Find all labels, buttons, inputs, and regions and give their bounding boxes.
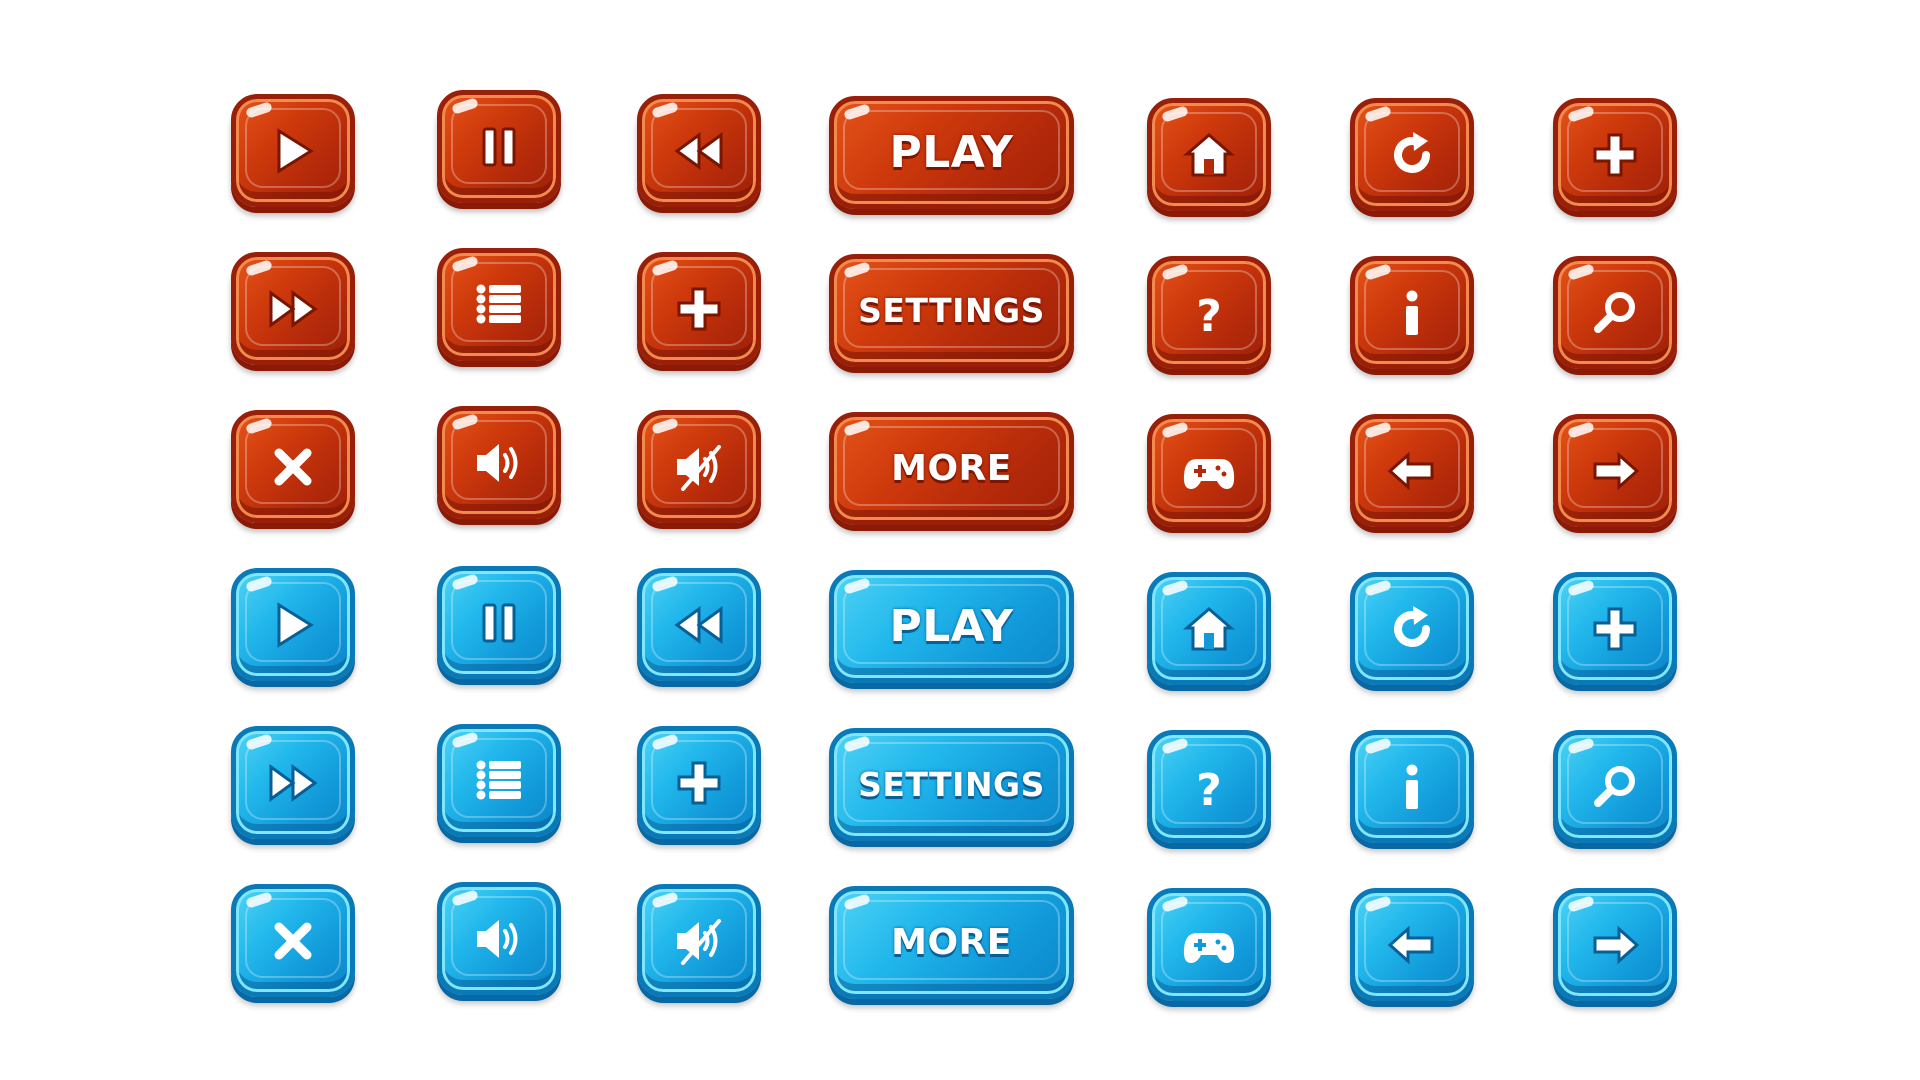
settings-label: SETTINGS bbox=[858, 291, 1045, 330]
settings-button[interactable]: SETTINGS bbox=[829, 254, 1074, 367]
list-button[interactable] bbox=[437, 724, 561, 837]
play-text-button[interactable]: PLAY bbox=[829, 570, 1074, 683]
gamepad-button[interactable] bbox=[1147, 888, 1271, 1001]
home-icon bbox=[1182, 129, 1236, 181]
pause-button[interactable] bbox=[437, 566, 561, 679]
gamepad-button[interactable] bbox=[1147, 414, 1271, 527]
back-button[interactable] bbox=[1350, 888, 1474, 1001]
pause-icon bbox=[473, 121, 525, 173]
mute-icon bbox=[673, 441, 725, 493]
volume-icon bbox=[473, 437, 525, 489]
plus-button[interactable] bbox=[1553, 572, 1677, 685]
question-icon: ? bbox=[1183, 287, 1235, 342]
close-button[interactable] bbox=[231, 884, 355, 997]
info-icon bbox=[1386, 761, 1438, 813]
play-button[interactable] bbox=[231, 94, 355, 207]
next-button[interactable] bbox=[1553, 888, 1677, 1001]
gamepad-icon bbox=[1183, 445, 1235, 497]
more-button[interactable]: MORE bbox=[829, 886, 1074, 999]
plus-icon bbox=[1589, 129, 1641, 181]
play-label: PLAY bbox=[889, 127, 1014, 178]
list-button[interactable] bbox=[437, 248, 561, 361]
back-button[interactable] bbox=[1350, 414, 1474, 527]
refresh-button[interactable] bbox=[1350, 572, 1474, 685]
search-button[interactable] bbox=[1553, 730, 1677, 843]
home-button[interactable] bbox=[1147, 572, 1271, 685]
play-button[interactable] bbox=[231, 568, 355, 681]
search-icon bbox=[1589, 761, 1641, 813]
mute-icon bbox=[673, 915, 725, 967]
play-icon bbox=[267, 599, 319, 651]
info-button[interactable] bbox=[1350, 256, 1474, 369]
settings-label: SETTINGS bbox=[858, 765, 1045, 804]
close-icon bbox=[267, 441, 319, 493]
pause-button[interactable] bbox=[437, 90, 561, 203]
list-icon bbox=[473, 755, 525, 807]
rewind-button[interactable] bbox=[637, 94, 761, 207]
plus-button[interactable] bbox=[1553, 98, 1677, 211]
refresh-icon bbox=[1386, 129, 1438, 181]
info-icon bbox=[1386, 287, 1438, 339]
arrow-right-icon bbox=[1589, 445, 1641, 497]
pause-icon bbox=[473, 597, 525, 649]
help-button[interactable]: ? bbox=[1147, 256, 1271, 369]
rewind-button[interactable] bbox=[637, 568, 761, 681]
more-label: MORE bbox=[891, 448, 1012, 489]
close-icon bbox=[267, 915, 319, 967]
more-button[interactable]: MORE bbox=[829, 412, 1074, 525]
plus-icon bbox=[673, 283, 725, 335]
info-button[interactable] bbox=[1350, 730, 1474, 843]
play-text-button[interactable]: PLAY bbox=[829, 96, 1074, 209]
rewind-icon bbox=[673, 599, 725, 651]
volume-button[interactable] bbox=[437, 882, 561, 995]
svg-text:?: ? bbox=[1196, 765, 1222, 816]
rewind-icon bbox=[673, 125, 725, 177]
fast-forward-button[interactable] bbox=[231, 726, 355, 839]
question-icon: ? bbox=[1183, 761, 1235, 816]
mute-button[interactable] bbox=[637, 884, 761, 997]
fast-forward-icon bbox=[267, 757, 319, 809]
plus-button[interactable] bbox=[637, 726, 761, 839]
play-icon bbox=[267, 125, 319, 177]
fast-forward-button[interactable] bbox=[231, 252, 355, 365]
plus-icon bbox=[1589, 603, 1641, 655]
svg-text:?: ? bbox=[1196, 291, 1222, 342]
arrow-left-icon bbox=[1386, 919, 1438, 971]
refresh-icon bbox=[1386, 603, 1438, 655]
plus-icon bbox=[673, 757, 725, 809]
home-icon bbox=[1182, 603, 1236, 655]
fast-forward-icon bbox=[267, 283, 319, 335]
refresh-button[interactable] bbox=[1350, 98, 1474, 211]
play-label: PLAY bbox=[889, 601, 1014, 652]
arrow-right-icon bbox=[1589, 919, 1641, 971]
more-label: MORE bbox=[891, 922, 1012, 963]
search-button[interactable] bbox=[1553, 256, 1677, 369]
home-button[interactable] bbox=[1147, 98, 1271, 211]
close-button[interactable] bbox=[231, 410, 355, 523]
help-button[interactable]: ? bbox=[1147, 730, 1271, 843]
button-sheet: PLAY SETTINGS ? MORE PLAY SETTINGS ? MOR… bbox=[0, 0, 1920, 1080]
volume-icon bbox=[473, 913, 525, 965]
mute-button[interactable] bbox=[637, 410, 761, 523]
gamepad-icon bbox=[1183, 919, 1235, 971]
search-icon bbox=[1589, 287, 1641, 339]
next-button[interactable] bbox=[1553, 414, 1677, 527]
plus-button[interactable] bbox=[637, 252, 761, 365]
list-icon bbox=[473, 279, 525, 331]
arrow-left-icon bbox=[1386, 445, 1438, 497]
settings-button[interactable]: SETTINGS bbox=[829, 728, 1074, 841]
volume-button[interactable] bbox=[437, 406, 561, 519]
